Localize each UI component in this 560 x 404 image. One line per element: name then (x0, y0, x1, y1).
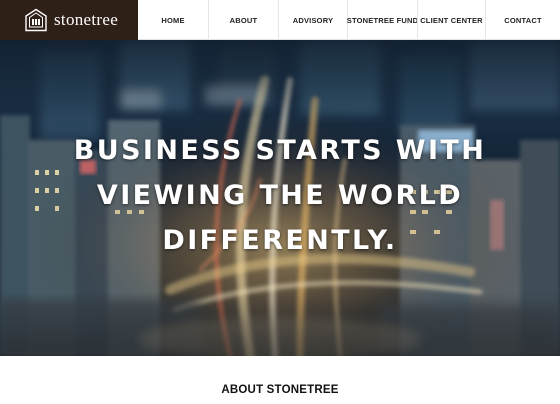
nav-about[interactable]: ABOUT (208, 0, 278, 40)
hero-line-2: VIEWING THE WORLD (96, 180, 464, 211)
nav-contact[interactable]: CONTACT (485, 0, 560, 40)
hero-headline: BUSINESS STARTS WITH VIEWING THE WORLD D… (0, 128, 560, 263)
house-emblem-icon (25, 8, 47, 32)
nav-stonetree-fund[interactable]: STONETREE FUND (347, 0, 418, 40)
about-section: ABOUT STONETREE (0, 356, 560, 404)
nav-client-center[interactable]: CLIENT CENTER (417, 0, 485, 40)
hero-banner: BUSINESS STARTS WITH VIEWING THE WORLD D… (0, 40, 560, 356)
nav-advisory[interactable]: ADVISORY (278, 0, 347, 40)
main-nav: HOME ABOUT ADVISORY STONETREE FUND CLIEN… (138, 0, 560, 40)
about-title: ABOUT STONETREE (221, 384, 339, 396)
brand-name: stonetree (54, 10, 119, 29)
hero-line-3: DIFFERENTLY. (162, 225, 398, 256)
site-header: stonetree HOME ABOUT ADVISORY STONETREE … (0, 0, 560, 40)
nav-home[interactable]: HOME (138, 0, 208, 40)
hero-line-1: BUSINESS STARTS WITH (73, 135, 487, 166)
brand-logo-link[interactable]: stonetree (0, 0, 138, 40)
